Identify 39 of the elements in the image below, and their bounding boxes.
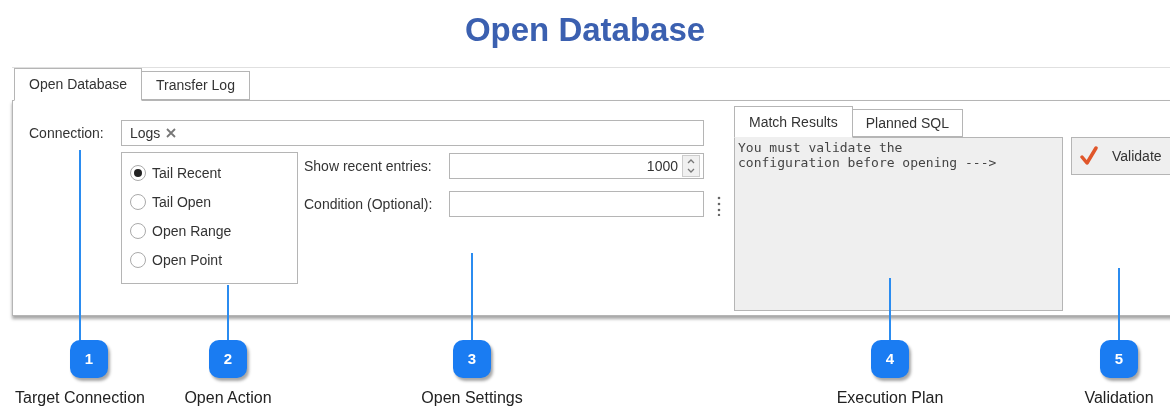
callout-label: Open Action <box>184 388 272 407</box>
validate-button[interactable]: Validate <box>1071 137 1170 175</box>
field-label: Show recent entries: <box>304 156 433 176</box>
radio-button[interactable] <box>130 252 146 268</box>
radio-button[interactable] <box>130 223 146 239</box>
checkmark-icon <box>1080 146 1098 166</box>
callout-label: Open Settings <box>421 388 523 407</box>
callout-label: Execution Plan <box>836 388 944 407</box>
callout-badge: 3 <box>453 340 491 378</box>
radio-option[interactable]: Open Range <box>130 221 297 241</box>
callout-badge: 5 <box>1100 340 1138 378</box>
splitter-handle-icon[interactable] <box>717 196 721 216</box>
connection-field[interactable]: Logs <box>121 120 704 146</box>
leader-line <box>227 285 229 342</box>
callout-badge: 2 <box>209 340 247 378</box>
callout-label: Target Connection <box>15 388 145 407</box>
radio-option[interactable]: Open Point <box>130 250 297 270</box>
field-label: Connection: <box>29 123 105 143</box>
spin-arrows-icon[interactable] <box>682 155 700 177</box>
page-title: Open Database <box>464 10 706 50</box>
radio-option[interactable]: Tail Open <box>130 192 297 212</box>
tab[interactable]: Match Results <box>734 106 853 138</box>
number-spinner[interactable]: 1000 <box>449 153 704 179</box>
tab[interactable]: Transfer Log <box>142 71 250 100</box>
spinner-value: 1000 <box>646 156 679 176</box>
condition-field[interactable] <box>449 191 704 217</box>
clear-icon[interactable] <box>166 128 177 138</box>
radio-button[interactable] <box>130 165 146 181</box>
callout-badge: 4 <box>871 340 909 378</box>
tab[interactable]: Planned SQL <box>852 109 963 137</box>
results-text-area[interactable]: You must validate the configuration before opening ---> <box>734 137 1063 311</box>
callout-label: Validation <box>1084 388 1154 407</box>
callout-badge: 1 <box>70 340 108 378</box>
field-label: Condition (Optional): <box>304 194 434 214</box>
tab[interactable]: Open Database <box>14 68 143 101</box>
radio-option[interactable]: Tail Recent <box>130 163 297 183</box>
radio-button[interactable] <box>130 194 146 210</box>
leader-line <box>889 278 891 342</box>
connection-value: Logs <box>130 123 161 143</box>
